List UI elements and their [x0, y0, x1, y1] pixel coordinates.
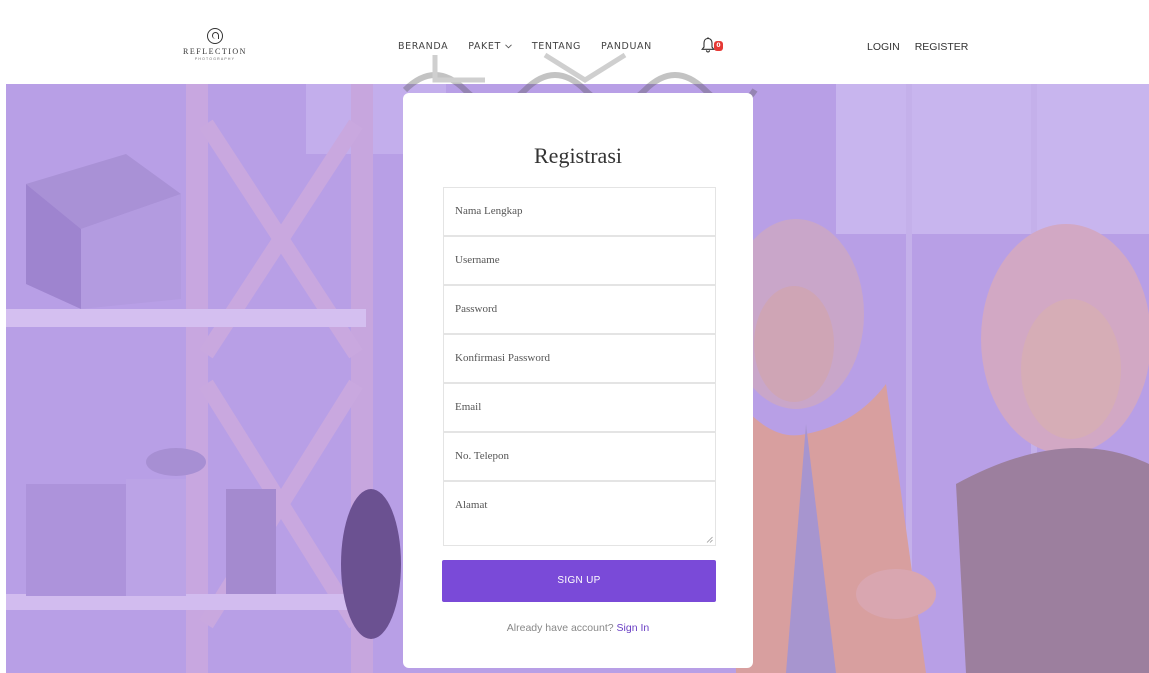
sign-up-button[interactable]: SIGN UP: [442, 560, 716, 602]
auth-links: LOGIN REGISTER: [867, 41, 968, 53]
register-link[interactable]: REGISTER: [915, 41, 969, 53]
fullname-field[interactable]: Nama Lengkap: [443, 187, 716, 236]
reflection-logo-icon: [207, 28, 223, 44]
login-link[interactable]: LOGIN: [867, 41, 900, 53]
password-field[interactable]: Password: [443, 285, 716, 334]
confirm-password-field[interactable]: Konfirmasi Password: [443, 334, 716, 383]
phone-field[interactable]: No. Telepon: [443, 432, 716, 481]
account-prompt-text: Already have account?: [506, 622, 614, 634]
brand-logo[interactable]: REFLECTION PHOTOGRAPHY: [170, 28, 260, 61]
signin-prompt: Already have account? Sign In: [403, 622, 753, 634]
address-textarea[interactable]: Alamat: [443, 481, 716, 546]
resize-grip-icon[interactable]: [706, 536, 713, 543]
username-field[interactable]: Username: [443, 236, 716, 285]
email-field[interactable]: Email: [443, 383, 716, 432]
form-title: Registrasi: [534, 143, 622, 168]
brand-tagline: PHOTOGRAPHY: [194, 57, 236, 61]
address-placeholder: Alamat: [455, 499, 488, 511]
brand-name: REFLECTION: [183, 47, 247, 56]
registration-card: Registrasi Nama Lengkap Username Passwor…: [403, 93, 753, 668]
sign-in-link[interactable]: Sign In: [617, 622, 650, 634]
